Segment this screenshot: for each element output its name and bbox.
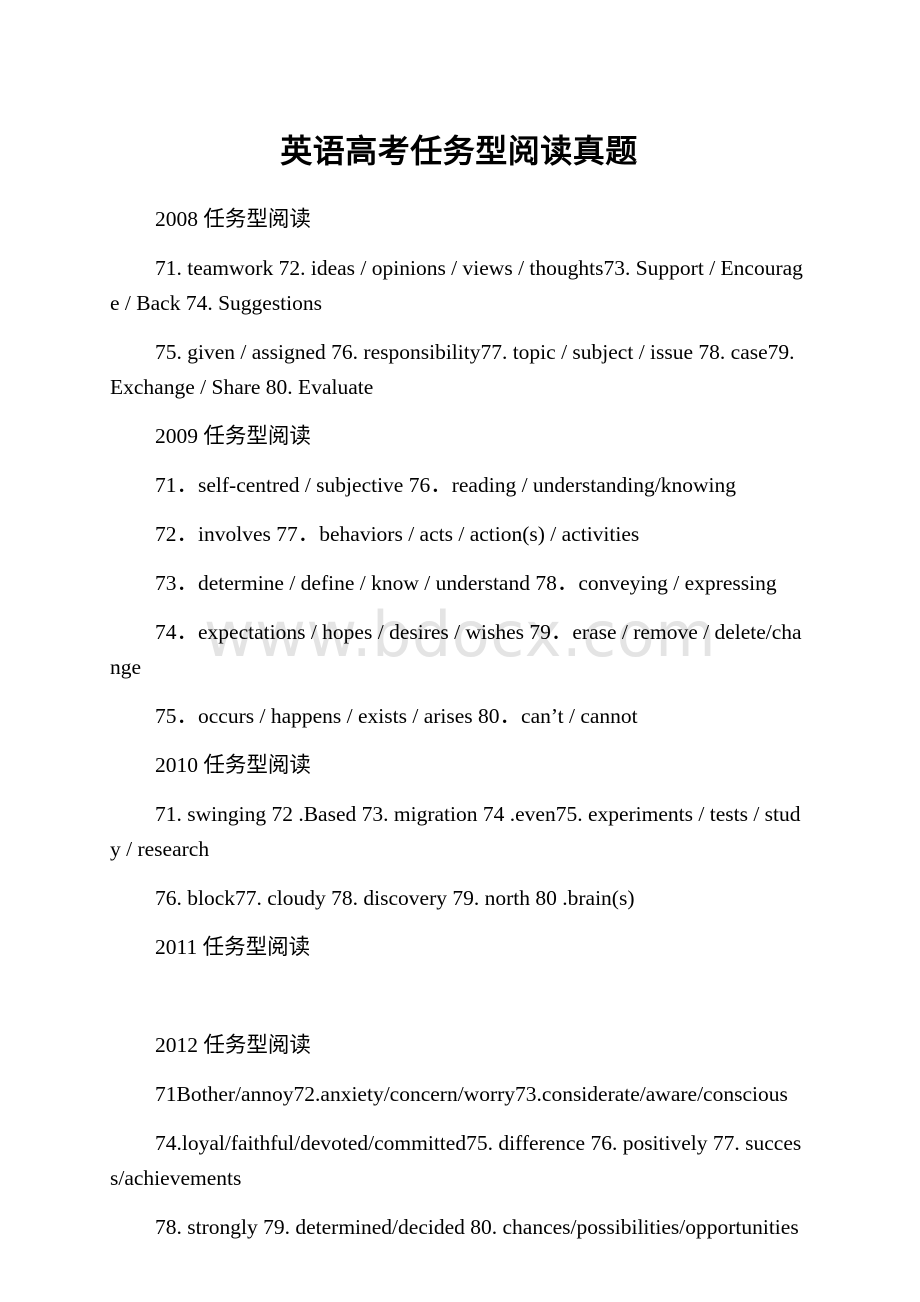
title-spacer [110,170,808,188]
section-heading-2009: 2009 任务型阅读 [155,424,311,448]
section-heading-2008: 2008 任务型阅读 [155,207,311,231]
answer-paragraph: 78. strongly 79. determined/decided 80. … [155,1215,799,1239]
answer-paragraph: 71．self-centred / subjective 76．reading … [155,473,736,497]
answer-paragraph: 74.loyal/faithful/devoted/committed75. d… [110,1131,802,1190]
document-page: www.bdocx.com 英语高考任务型阅读真题 2008 任务型阅读 71.… [0,0,920,1302]
section-heading-2011: 2011 任务型阅读 [155,935,311,959]
answer-paragraph: 74．expectations / hopes / desires / wish… [110,620,802,679]
answer-paragraph: 71. swinging 72 .Based 73. migration 74 … [110,802,801,861]
answer-paragraph: 75．occurs / happens / exists / arises 80… [155,704,638,728]
document-body: 英语高考任务型阅读真题 2008 任务型阅读 71. teamwork 72. … [0,0,920,1245]
section-heading-2010: 2010 任务型阅读 [155,753,311,777]
empty-paragraph [110,965,808,1014]
page-title: 英语高考任务型阅读真题 [280,133,638,169]
answer-paragraph: 71Bother/annoy72.anxiety/concern/worry73… [155,1082,788,1106]
answer-paragraph: 76. block77. cloudy 78. discovery 79. no… [155,886,635,910]
answer-paragraph: 72．involves 77．behaviors / acts / action… [155,522,640,546]
section-heading-2012: 2012 任务型阅读 [155,1033,311,1057]
answer-paragraph: 75. given / assigned 76. responsibility7… [110,340,795,399]
answer-paragraph: 71. teamwork 72. ideas / opinions / view… [110,256,803,315]
answer-paragraph: 73．determine / define / know / understan… [155,571,777,595]
